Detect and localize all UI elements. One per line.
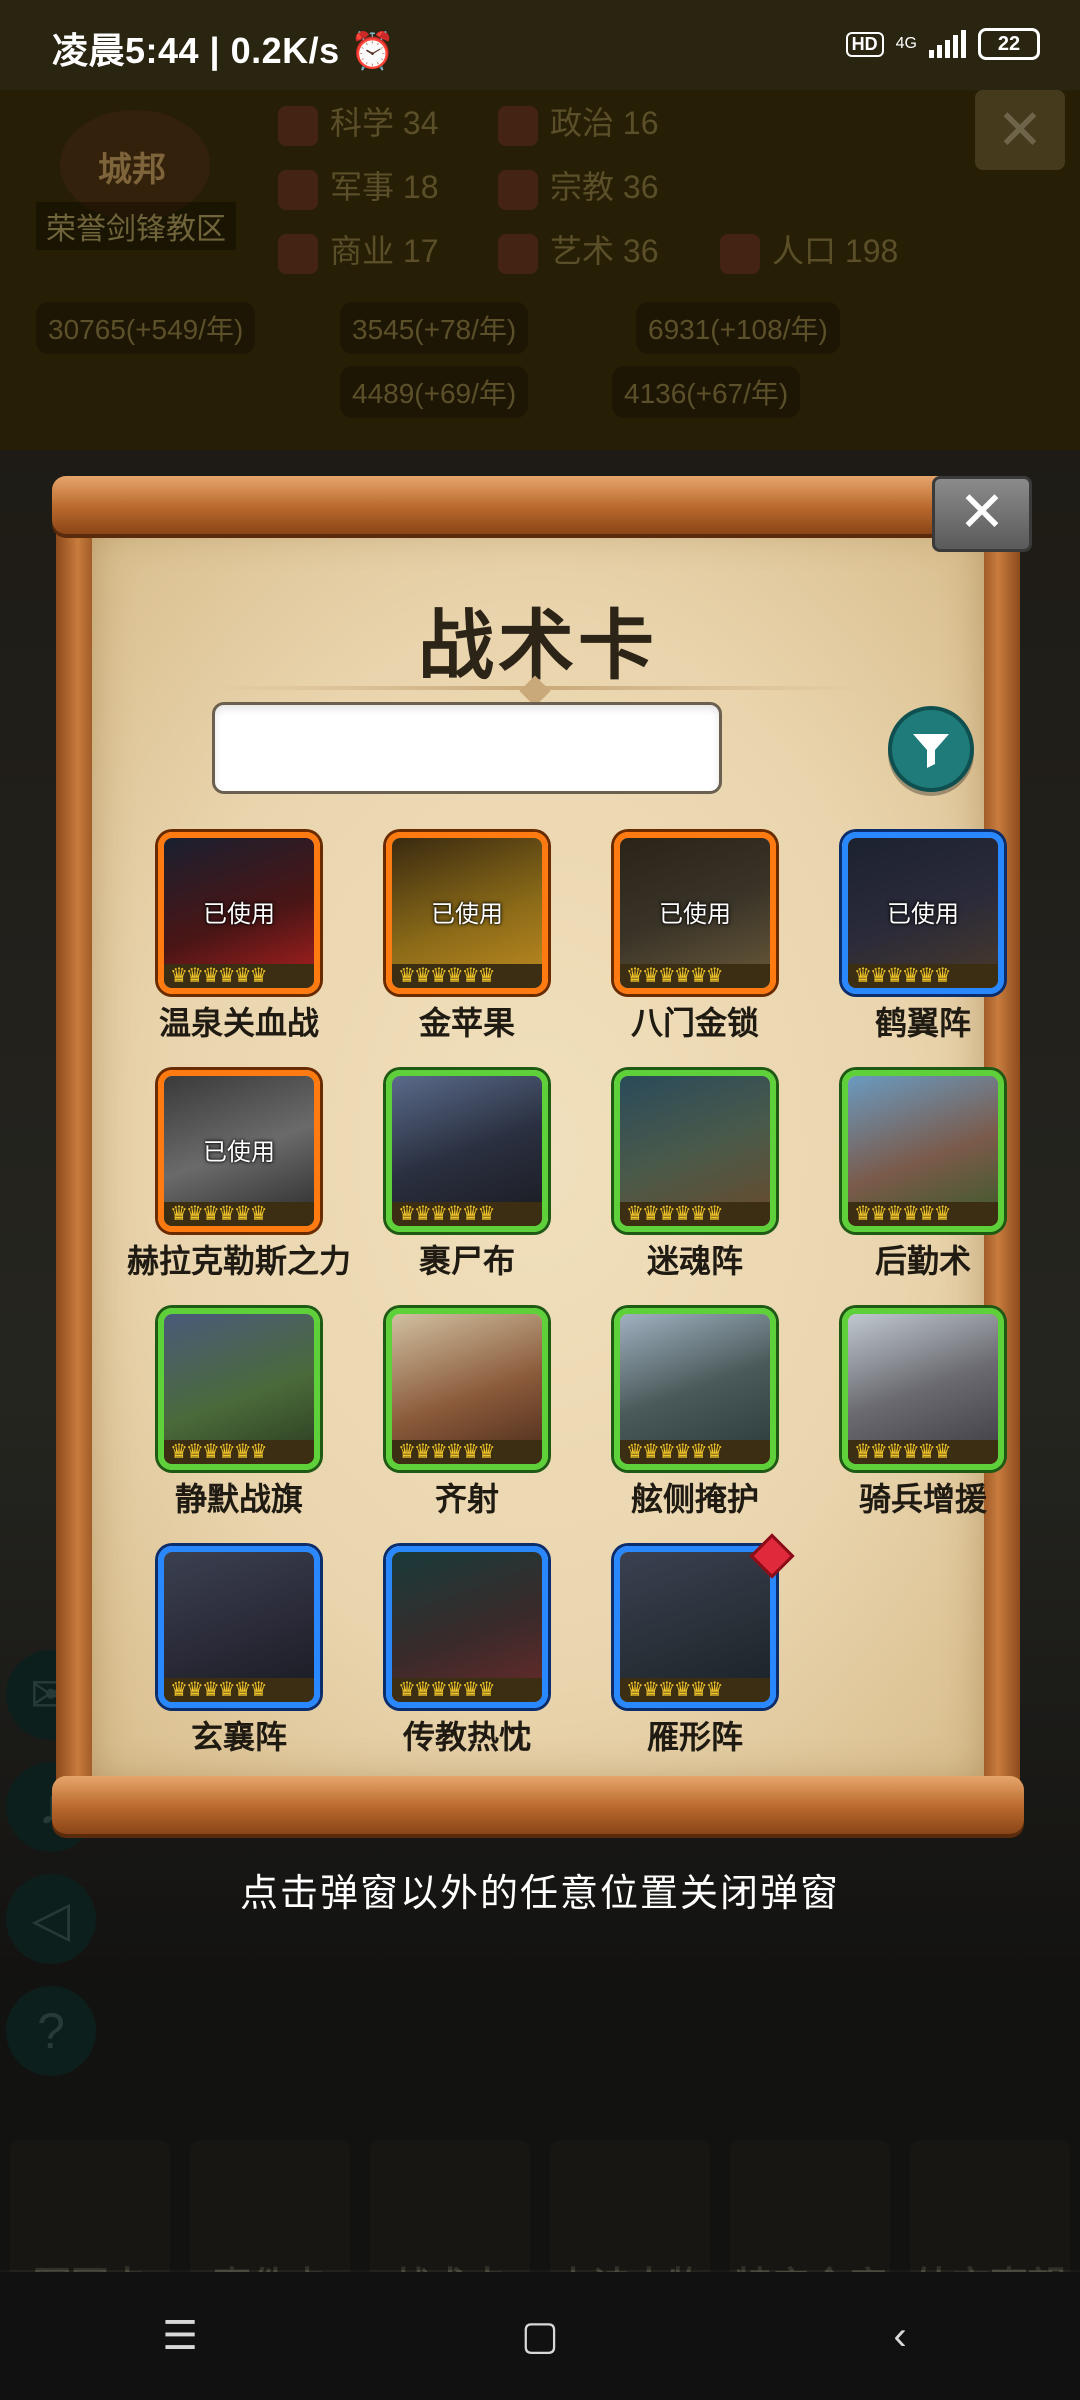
- tactic-card[interactable]: ♛♛♛♛♛♛ 骑兵增援: [794, 1308, 1022, 1518]
- card-frame[interactable]: 已使用 ♛♛♛♛♛♛: [158, 1070, 320, 1232]
- card-name: 雁形阵: [646, 1719, 743, 1755]
- crown-rating-icon: ♛♛♛♛♛♛: [164, 964, 314, 988]
- scroll-rod-bottom: [52, 1776, 1024, 1834]
- used-label: 已使用: [203, 1139, 275, 1166]
- scroll-rod-top: [52, 476, 1024, 534]
- menu-icon[interactable]: ☰: [140, 2313, 220, 2359]
- filter-button[interactable]: [888, 706, 974, 792]
- crown-rating-icon: ♛♛♛♛♛♛: [392, 964, 542, 988]
- tactic-card[interactable]: 已使用 ♛♛♛♛♛♛ 金苹果: [338, 832, 566, 1042]
- back-icon[interactable]: ‹: [860, 2314, 940, 2359]
- card-frame[interactable]: ♛♛♛♛♛♛: [158, 1546, 320, 1708]
- status-bar: 凌晨5:44 | 0.2K/s ⏰ HD 4G 22: [0, 0, 1080, 90]
- tactic-card[interactable]: ♛♛♛♛♛♛ 玄襄阵: [110, 1546, 338, 1756]
- close-icon: ✕: [958, 480, 1006, 543]
- tactic-card[interactable]: 已使用 ♛♛♛♛♛♛ 赫拉克勒斯之力: [110, 1070, 351, 1280]
- card-frame[interactable]: ♛♛♛♛♛♛: [842, 1070, 1004, 1232]
- tactic-card[interactable]: ♛♛♛♛♛♛ 雁形阵: [566, 1533, 795, 1756]
- crown-rating-icon: ♛♛♛♛♛♛: [848, 964, 998, 988]
- card-frame[interactable]: 已使用 ♛♛♛♛♛♛: [614, 832, 776, 994]
- card-frame[interactable]: ♛♛♛♛♛♛: [614, 1546, 776, 1708]
- tactic-card[interactable]: 已使用 ♛♛♛♛♛♛ 八门金锁: [566, 832, 794, 1042]
- card-name: 鹤翼阵: [874, 1005, 971, 1041]
- tactic-card[interactable]: ♛♛♛♛♛♛ 裹尸布: [338, 1070, 566, 1280]
- crown-rating-icon: ♛♛♛♛♛♛: [164, 1202, 314, 1226]
- used-label: 已使用: [203, 901, 275, 928]
- tactic-card[interactable]: ♛♛♛♛♛♛ 后勤术: [794, 1070, 1022, 1280]
- card-name: 骑兵增援: [858, 1481, 987, 1517]
- tactic-card[interactable]: ♛♛♛♛♛♛ 迷魂阵: [566, 1070, 794, 1280]
- used-label: 已使用: [659, 901, 731, 928]
- crown-rating-icon: ♛♛♛♛♛♛: [620, 1440, 770, 1464]
- home-icon[interactable]: ▢: [500, 2313, 580, 2359]
- tactic-card[interactable]: ♛♛♛♛♛♛ 舷侧掩护: [566, 1308, 794, 1518]
- network-type: 4G: [895, 35, 917, 52]
- search-input[interactable]: [212, 702, 722, 794]
- crown-rating-icon: ♛♛♛♛♛♛: [848, 1202, 998, 1226]
- card-frame[interactable]: ♛♛♛♛♛♛: [614, 1308, 776, 1470]
- card-frame[interactable]: ♛♛♛♛♛♛: [386, 1308, 548, 1470]
- filter-icon: [913, 734, 949, 768]
- crown-rating-icon: ♛♛♛♛♛♛: [392, 1678, 542, 1702]
- used-label: 已使用: [431, 901, 503, 928]
- card-frame[interactable]: 已使用 ♛♛♛♛♛♛: [386, 832, 548, 994]
- tactic-card[interactable]: ♛♛♛♛♛♛ 齐射: [338, 1308, 566, 1518]
- system-nav-bar: ☰ ▢ ‹: [0, 2272, 1080, 2400]
- tactic-card[interactable]: ♛♛♛♛♛♛ 静默战旗: [110, 1308, 338, 1518]
- crown-rating-icon: ♛♛♛♛♛♛: [164, 1440, 314, 1464]
- signal-icon: [929, 30, 966, 58]
- card-grid: 已使用 ♛♛♛♛♛♛ 温泉关血战 已使用 ♛♛♛♛♛♛ 金苹果 已使用 ♛♛♛♛♛♛ 八门金锁已…: [110, 832, 1004, 1756]
- crown-rating-icon: ♛♛♛♛♛♛: [392, 1440, 542, 1464]
- status-time: 凌晨5:44 | 0.2K/s ⏰: [52, 30, 396, 71]
- battery-icon: 22: [978, 28, 1040, 60]
- card-frame[interactable]: ♛♛♛♛♛♛: [386, 1546, 548, 1708]
- tactic-card[interactable]: 已使用 ♛♛♛♛♛♛ 温泉关血战: [110, 832, 338, 1042]
- crown-rating-icon: ♛♛♛♛♛♛: [620, 1202, 770, 1226]
- card-frame[interactable]: ♛♛♛♛♛♛: [158, 1308, 320, 1470]
- crown-rating-icon: ♛♛♛♛♛♛: [620, 1678, 770, 1702]
- hd-icon: HD: [845, 31, 884, 57]
- card-frame[interactable]: ♛♛♛♛♛♛: [386, 1070, 548, 1232]
- scroll-paper: 战术卡 已使用 ♛♛♛♛♛♛ 温泉关血战 已使用 ♛♛♛♛♛♛ 金苹果 已使用 ♛♛♛♛♛♛ 八…: [92, 526, 1004, 1781]
- tactic-card-popup: 战术卡 已使用 ♛♛♛♛♛♛ 温泉关血战 已使用 ♛♛♛♛♛♛ 金苹果 已使用 ♛♛♛♛♛♛ 八…: [52, 476, 1032, 1836]
- card-name: 后勤术: [874, 1243, 971, 1279]
- used-label: 已使用: [887, 901, 959, 928]
- card-frame[interactable]: 已使用 ♛♛♛♛♛♛: [158, 832, 320, 994]
- close-hint: 点击弹窗以外的任意位置关闭弹窗: [239, 1873, 840, 1915]
- crown-rating-icon: ♛♛♛♛♛♛: [620, 964, 770, 988]
- crown-rating-icon: ♛♛♛♛♛♛: [392, 1202, 542, 1226]
- tactic-card[interactable]: ♛♛♛♛♛♛ 传教热忱: [338, 1546, 566, 1756]
- crown-rating-icon: ♛♛♛♛♛♛: [848, 1440, 998, 1464]
- card-frame[interactable]: ♛♛♛♛♛♛: [842, 1308, 1004, 1470]
- crown-rating-icon: ♛♛♛♛♛♛: [164, 1678, 314, 1702]
- card-frame[interactable]: 已使用 ♛♛♛♛♛♛: [842, 832, 1004, 994]
- status-icons: HD 4G 22: [845, 28, 1040, 60]
- card-frame[interactable]: ♛♛♛♛♛♛: [614, 1070, 776, 1232]
- close-button[interactable]: ✕: [932, 476, 1032, 552]
- tactic-card[interactable]: 已使用 ♛♛♛♛♛♛ 鹤翼阵: [794, 832, 1022, 1042]
